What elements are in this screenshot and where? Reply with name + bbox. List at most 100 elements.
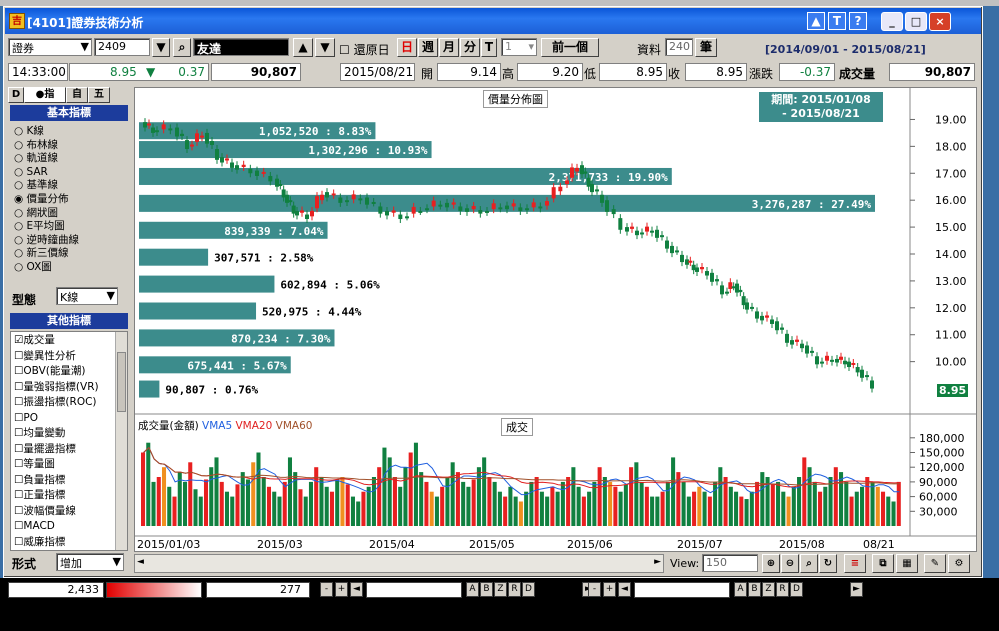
chart-area[interactable]: 19.00 18.00 17.00 16.00 15.00 14.00 13.00 12.00… [134, 87, 977, 552]
data-count-input[interactable]: 240 [665, 38, 693, 56]
status-mini-button[interactable]: - [588, 582, 601, 597]
previous-button[interactable]: 前一個 [541, 38, 599, 57]
code-dropdown-button[interactable]: ▼ [152, 38, 170, 57]
code-input[interactable]: 2409 [94, 38, 150, 56]
low-label: 低 [584, 67, 597, 81]
help-icon[interactable]: ? [849, 12, 867, 30]
status-mini-button[interactable]: A [734, 582, 747, 597]
other-indicator-12[interactable]: ☐MACD [14, 520, 55, 533]
refresh-icon[interactable]: ↻ [819, 554, 837, 573]
search-icon[interactable]: ⌕ [173, 38, 191, 57]
basic-indicator-2[interactable]: ○ 軌道線 [14, 152, 58, 165]
status-mini-button[interactable]: R [508, 582, 521, 597]
period-end: - 2015/08/21 [782, 107, 860, 120]
basic-indicator-1[interactable]: ○ 布林線 [14, 139, 58, 152]
volume-profile-label: 520,975 : 4.44% [262, 306, 362, 319]
status-mini-button[interactable]: + [603, 582, 616, 597]
period-minute-button[interactable]: 分 [460, 38, 480, 57]
tab-five[interactable]: 五 [88, 87, 110, 103]
status-mini-button[interactable]: A [466, 582, 479, 597]
tab-custom[interactable]: 自 [66, 87, 88, 103]
period-week-button[interactable]: 週 [418, 38, 438, 57]
maximize-button[interactable]: □ [905, 12, 927, 31]
calendar-icon[interactable]: ▦ [896, 554, 918, 573]
scrollbar[interactable] [115, 332, 127, 550]
scrollbar-thumb[interactable] [117, 352, 126, 412]
volume-profile-label: 839,339 : 7.04% [224, 225, 324, 238]
status-mini-button[interactable]: D [522, 582, 535, 597]
copy-icon[interactable]: ⧉ [872, 554, 894, 573]
chart-svg[interactable]: 19.00 18.00 17.00 16.00 15.00 14.00 13.00 12.00… [135, 88, 976, 551]
basic-indicator-3[interactable]: ○ SAR [14, 166, 48, 179]
status-mini-button[interactable]: ◄ [350, 582, 363, 597]
basic-indicator-4[interactable]: ○ 基準線 [14, 179, 58, 192]
unit-button[interactable]: 筆 [695, 38, 717, 57]
period-tick-button[interactable]: T [481, 38, 497, 57]
basic-indicator-8[interactable]: ○ 逆時鐘曲線 [14, 234, 79, 247]
up-arrow-icon[interactable]: ▲ [807, 12, 825, 30]
other-indicator-7[interactable]: ☐量擺盪指標 [14, 443, 76, 456]
status-mini-button[interactable]: ► [850, 582, 863, 597]
tab-indicator[interactable]: ●指 [24, 87, 66, 103]
high-label: 高 [502, 67, 515, 81]
indicator-icon[interactable]: ≡ [844, 554, 866, 573]
type-select[interactable]: K線 ▼ [56, 287, 118, 305]
status-mini-button[interactable]: Z [762, 582, 775, 597]
minimize-button[interactable]: _ [881, 12, 903, 31]
other-indicator-11[interactable]: ☐波幅價量線 [14, 505, 76, 518]
gear-icon[interactable]: ⚙ [948, 554, 970, 573]
other-indicator-0[interactable]: ☑成交量 [14, 334, 55, 347]
next-stock-icon[interactable]: ▼ [315, 38, 335, 57]
status-mini-button[interactable]: Z [494, 582, 507, 597]
other-indicator-1[interactable]: ☐變異性分析 [14, 350, 76, 363]
chart-scrollbar[interactable]: ◄ ► [134, 554, 664, 573]
restore-checkbox[interactable]: ☐ 還原日 [339, 41, 390, 58]
t-button[interactable]: T [828, 12, 846, 30]
scroll-left-icon[interactable]: ◄ [137, 557, 144, 567]
pencil-icon[interactable]: ✎ [924, 554, 946, 573]
candle-body [618, 218, 623, 230]
form-select[interactable]: 增加 ▼ [56, 553, 124, 571]
volume-bar [214, 457, 219, 526]
other-indicator-13[interactable]: ☐威廉指標 [14, 536, 65, 549]
period-day-button[interactable]: 日 [397, 38, 417, 57]
status-mini-button[interactable]: B [480, 582, 493, 597]
other-indicator-3[interactable]: ☐量強弱指標(VR) [14, 381, 99, 394]
market-select[interactable]: 證券 ▼ [8, 38, 92, 56]
other-indicator-4[interactable]: ☐振盪指標(ROC) [14, 396, 97, 409]
tab-d[interactable]: D [8, 87, 24, 103]
basic-indicator-9[interactable]: ○ 新三價線 [14, 247, 69, 260]
other-indicator-5[interactable]: ☐PO [14, 412, 38, 425]
zoom-out-icon[interactable]: ⊖ [781, 554, 799, 573]
status-mini-button[interactable]: + [335, 582, 348, 597]
basic-indicator-7[interactable]: ○ E平均圖 [14, 220, 65, 233]
scroll-right-icon[interactable]: ► [654, 557, 661, 567]
candle-body [155, 130, 159, 133]
other-indicator-10[interactable]: ☐正量指標 [14, 489, 65, 502]
basic-indicator-10[interactable]: ○ OX圖 [14, 261, 52, 274]
checkbox-icon: ☐ [14, 520, 24, 532]
magnify-icon[interactable]: ⌕ [800, 554, 818, 573]
basic-indicator-0[interactable]: ○ K線 [14, 125, 44, 138]
close-button[interactable]: × [929, 12, 951, 31]
view-input[interactable]: 150 [702, 554, 758, 572]
status-mini-button[interactable]: ◄ [618, 582, 631, 597]
title-bar[interactable]: 吉 [4101]證券技術分析 ▲ T ? _ □ × [5, 8, 981, 34]
status-mini-button[interactable]: R [776, 582, 789, 597]
volume-bar [692, 491, 697, 526]
other-indicator-8[interactable]: ☐等量圖 [14, 458, 55, 471]
period-count-select[interactable]: 1 ▾ [501, 38, 537, 56]
status-mini-button[interactable]: B [748, 582, 761, 597]
radio-icon: ○ [14, 206, 27, 219]
prev-stock-icon[interactable]: ▲ [293, 38, 313, 57]
status-mini-button[interactable]: D [790, 582, 803, 597]
other-indicator-2[interactable]: ☐OBV(能量潮) [14, 365, 85, 378]
basic-indicator-6[interactable]: ○ 網狀圖 [14, 207, 58, 220]
other-indicator-6[interactable]: ☐均量變動 [14, 427, 65, 440]
price-tick-label: 12.00 [935, 302, 967, 315]
status-mini-button[interactable]: - [320, 582, 333, 597]
other-indicator-9[interactable]: ☐負量指標 [14, 474, 65, 487]
zoom-in-icon[interactable]: ⊕ [762, 554, 780, 573]
period-month-button[interactable]: 月 [439, 38, 459, 57]
basic-indicator-5[interactable]: ◉ 價量分佈 [14, 193, 69, 206]
